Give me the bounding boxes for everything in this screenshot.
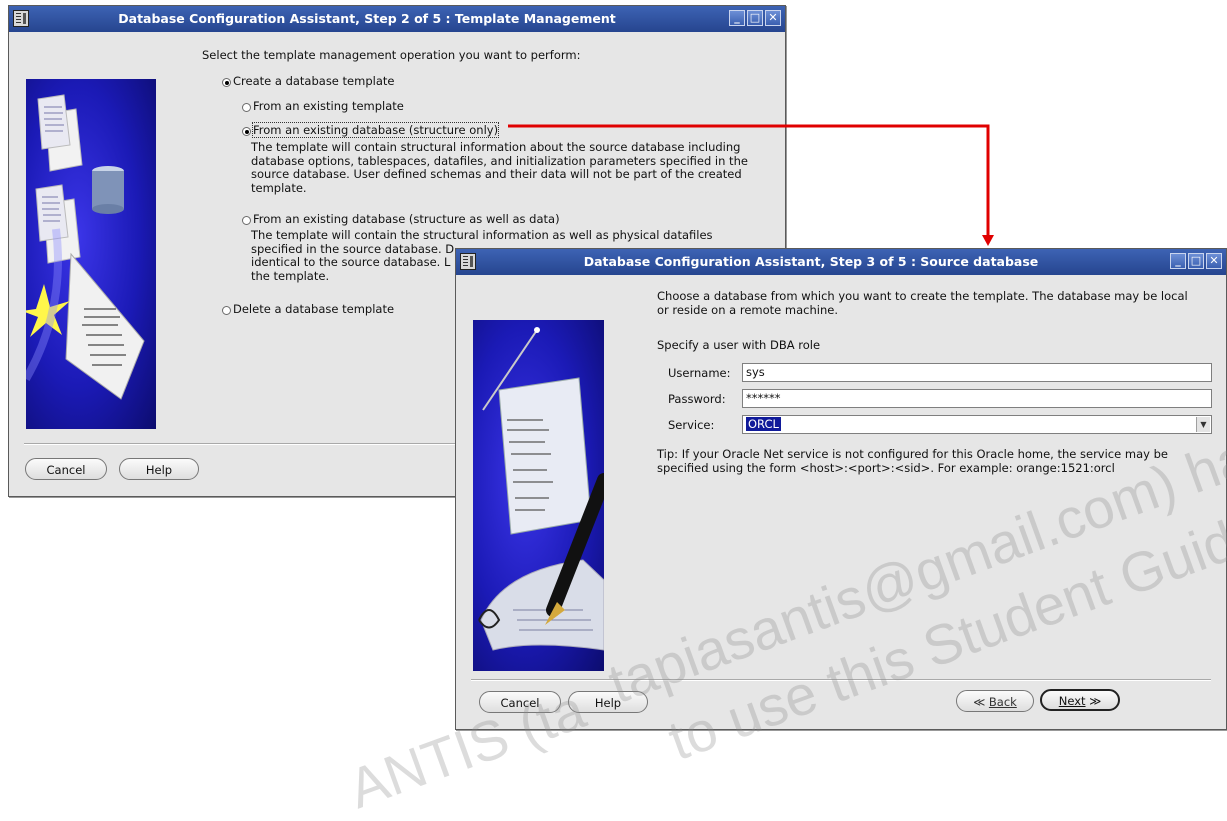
service-dropdown[interactable]: ORCL ▼ xyxy=(742,415,1212,434)
create-template-radio[interactable] xyxy=(222,78,231,87)
delete-template-label[interactable]: Delete a database template xyxy=(233,302,394,316)
from-template-radio[interactable] xyxy=(242,103,251,112)
close-icon[interactable]: ✕ xyxy=(1206,253,1222,269)
username-field[interactable]: sys xyxy=(742,363,1212,382)
intro-text: Choose a database from which you want to… xyxy=(657,289,1188,317)
next-label: Next xyxy=(1058,694,1086,708)
minimize-icon[interactable]: _ xyxy=(1170,253,1186,269)
maximize-icon[interactable]: □ xyxy=(747,10,763,26)
titlebar[interactable]: Database Configuration Assistant, Step 3… xyxy=(456,249,1226,275)
help-button[interactable]: Help xyxy=(568,691,648,713)
maximize-icon[interactable]: □ xyxy=(1188,253,1204,269)
cancel-button[interactable]: Cancel xyxy=(25,458,107,480)
from-database-structure-radio[interactable] xyxy=(242,127,251,136)
dba-heading: Specify a user with DBA role xyxy=(657,338,821,352)
password-label: Password: xyxy=(668,392,726,406)
from-database-structure-label[interactable]: From an existing database (structure onl… xyxy=(251,122,500,138)
service-value: ORCL xyxy=(746,417,781,431)
service-tip: Tip: If your Oracle Net service is not c… xyxy=(657,447,1168,475)
chevron-right-icon: ≫ xyxy=(1089,694,1102,708)
username-label: Username: xyxy=(668,366,731,380)
titlebar[interactable]: Database Configuration Assistant, Step 2… xyxy=(9,6,785,32)
close-icon[interactable]: ✕ xyxy=(765,10,781,26)
structure-only-description: The template will contain structural inf… xyxy=(251,140,748,195)
description-line: The template will contain the structural… xyxy=(251,228,713,242)
dropdown-arrow-icon[interactable]: ▼ xyxy=(1196,417,1210,432)
back-label: Back xyxy=(988,695,1017,709)
wizard-illustration xyxy=(26,79,156,429)
wizard-illustration xyxy=(473,320,604,671)
cancel-button[interactable]: Cancel xyxy=(479,691,561,713)
next-button[interactable]: Next ≫ xyxy=(1040,689,1120,711)
back-button[interactable]: ≪ Back xyxy=(956,690,1034,712)
minimize-icon[interactable]: _ xyxy=(729,10,745,26)
button-separator xyxy=(471,679,1211,681)
from-database-data-radio[interactable] xyxy=(242,216,251,225)
username-value: sys xyxy=(746,365,765,379)
pen-and-tag-art xyxy=(478,327,604,651)
from-database-data-label[interactable]: From an existing database (structure as … xyxy=(253,212,560,226)
chevron-left-icon: ≪ xyxy=(973,695,986,709)
password-field[interactable]: ****** xyxy=(742,389,1212,408)
service-label: Service: xyxy=(668,418,715,432)
help-button[interactable]: Help xyxy=(119,458,199,480)
password-value: ****** xyxy=(746,391,781,405)
operation-prompt: Select the template management operation… xyxy=(202,48,581,62)
documents-database-art xyxy=(26,94,145,400)
source-database-window: Database Configuration Assistant, Step 3… xyxy=(455,248,1227,730)
window-title: Database Configuration Assistant, Step 3… xyxy=(583,254,1039,269)
window-title: Database Configuration Assistant, Step 2… xyxy=(118,11,616,26)
delete-template-radio[interactable] xyxy=(222,306,231,315)
create-template-label[interactable]: Create a database template xyxy=(233,74,394,88)
from-template-label[interactable]: From an existing template xyxy=(253,99,404,113)
